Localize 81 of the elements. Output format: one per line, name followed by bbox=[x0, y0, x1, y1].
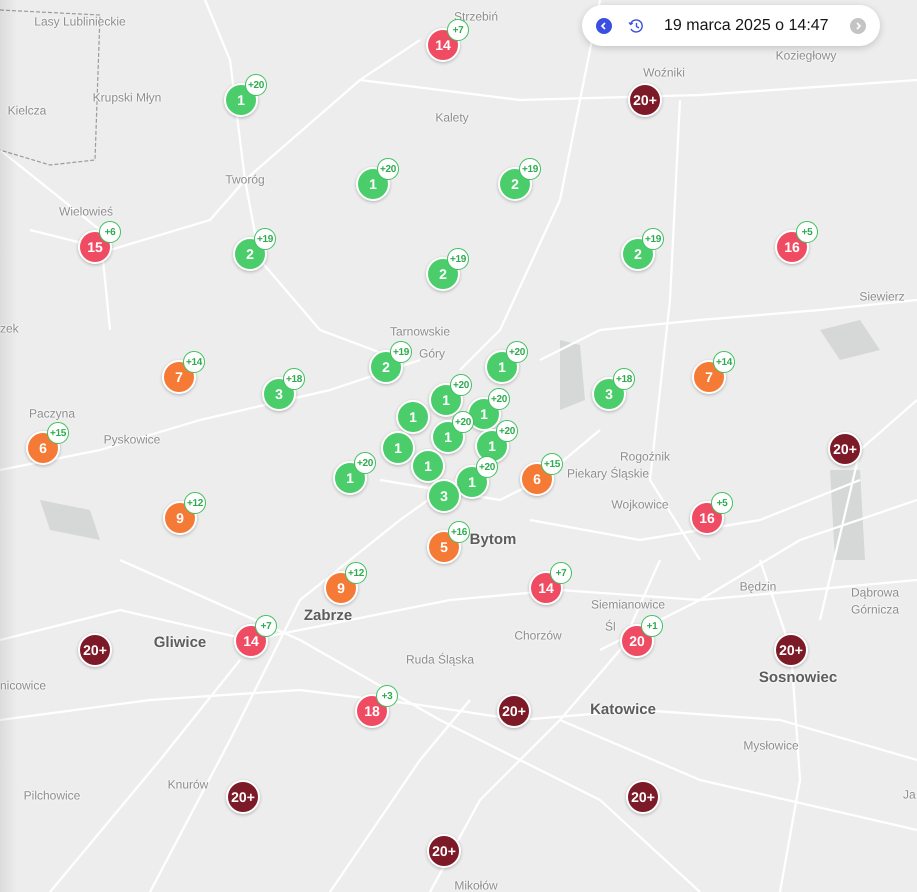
place-label: Lasy Lublinieckie bbox=[34, 15, 126, 29]
place-label: zek bbox=[0, 322, 19, 336]
place-label: Pyskowice bbox=[104, 433, 160, 447]
count-badge: +15 bbox=[47, 422, 69, 444]
count-badge: +20 bbox=[450, 374, 472, 396]
place-label: nicowice bbox=[0, 679, 46, 693]
count-badge: +20 bbox=[488, 388, 510, 410]
place-label: Piekary Śląskie bbox=[567, 467, 650, 481]
count-badge: +12 bbox=[345, 562, 367, 584]
place-label: Tarnowskie bbox=[390, 325, 450, 339]
place-label: Ja bbox=[903, 788, 916, 802]
cluster-marker[interactable]: 20+ bbox=[497, 694, 531, 728]
place-label: Woźniki bbox=[643, 66, 685, 80]
place-label: Góry bbox=[419, 347, 445, 361]
place-label: Będzin bbox=[740, 580, 776, 594]
count-badge: +7 bbox=[255, 615, 277, 637]
count-badge: +19 bbox=[390, 341, 412, 363]
count-badge: +7 bbox=[447, 19, 469, 41]
count-badge: +19 bbox=[254, 228, 276, 250]
place-label: Rogoźnik bbox=[620, 450, 670, 464]
count-badge: +5 bbox=[796, 221, 818, 243]
place-label: Siewierz bbox=[859, 290, 905, 304]
count-badge: +14 bbox=[713, 351, 735, 373]
city-label: Gliwice bbox=[154, 634, 206, 652]
chevron-right-icon bbox=[854, 22, 862, 30]
place-label: Kielcza bbox=[8, 104, 46, 118]
cluster-marker[interactable]: 20+ bbox=[828, 432, 862, 466]
cluster-marker[interactable]: 20+ bbox=[628, 83, 662, 117]
place-label: Paczyna bbox=[28, 407, 76, 421]
place-label: Siemianowice bbox=[590, 598, 666, 612]
place-label: Wielowieś bbox=[59, 205, 113, 219]
place-label: Kalety bbox=[435, 111, 469, 125]
place-label: Koziegłowy bbox=[776, 49, 836, 63]
cluster-marker[interactable]: 20+ bbox=[78, 633, 112, 667]
history-clock-icon[interactable] bbox=[628, 18, 644, 34]
chevron-left-icon bbox=[600, 22, 608, 30]
count-badge: +19 bbox=[519, 158, 541, 180]
place-label: Knurów bbox=[168, 778, 208, 792]
count-badge: +16 bbox=[448, 521, 470, 543]
place-label: Pilchowice bbox=[24, 789, 80, 803]
count-badge: +20 bbox=[354, 452, 376, 474]
count-badge: +19 bbox=[447, 248, 469, 270]
city-label: Zabrze bbox=[304, 608, 352, 624]
city-label: Sosnowiec bbox=[758, 670, 838, 686]
count-badge: +20 bbox=[496, 420, 518, 442]
count-badge: +12 bbox=[184, 492, 206, 514]
cluster-marker[interactable]: 20+ bbox=[427, 834, 461, 868]
count-badge: +19 bbox=[642, 228, 664, 250]
place-label: Mysłowice bbox=[743, 739, 799, 753]
place-label: Śl bbox=[605, 620, 616, 634]
previous-button[interactable] bbox=[596, 18, 612, 34]
city-label: Bytom bbox=[470, 532, 516, 548]
place-label: Wojkowice bbox=[611, 498, 669, 512]
cluster-marker[interactable]: 20+ bbox=[226, 780, 260, 814]
count-badge: +18 bbox=[613, 368, 635, 390]
date-time-label: 19 marca 2025 o 14:47 bbox=[664, 16, 829, 34]
place-label: Chorzów bbox=[514, 629, 562, 643]
place-label: Górnicza bbox=[850, 603, 900, 617]
cluster-marker[interactable]: 1 bbox=[396, 400, 430, 434]
count-badge: +15 bbox=[541, 453, 563, 475]
count-badge: +20 bbox=[245, 74, 267, 96]
count-badge: +7 bbox=[550, 562, 572, 584]
place-label: Krupski Młyn bbox=[92, 91, 162, 105]
count-badge: +5 bbox=[711, 492, 733, 514]
count-badge: +20 bbox=[506, 341, 528, 363]
count-badge: +6 bbox=[99, 221, 121, 243]
place-label: Dąbrowa bbox=[850, 586, 900, 600]
cluster-marker[interactable]: 3 bbox=[427, 479, 461, 513]
count-badge: +14 bbox=[183, 351, 205, 373]
count-badge: +1 bbox=[641, 615, 663, 637]
cluster-marker[interactable]: 20+ bbox=[774, 633, 808, 667]
count-badge: +20 bbox=[377, 158, 399, 180]
cluster-marker[interactable]: 1 bbox=[381, 431, 415, 465]
place-label: Tworóg bbox=[225, 173, 265, 187]
count-badge: +18 bbox=[283, 368, 305, 390]
cluster-marker[interactable]: 1 bbox=[411, 449, 445, 483]
cluster-marker[interactable]: 20+ bbox=[626, 780, 660, 814]
place-label: Ruda Śląska bbox=[406, 653, 474, 667]
place-label: Mikołów bbox=[454, 879, 498, 892]
count-badge: +3 bbox=[376, 685, 398, 707]
city-label: Katowice bbox=[590, 702, 656, 718]
